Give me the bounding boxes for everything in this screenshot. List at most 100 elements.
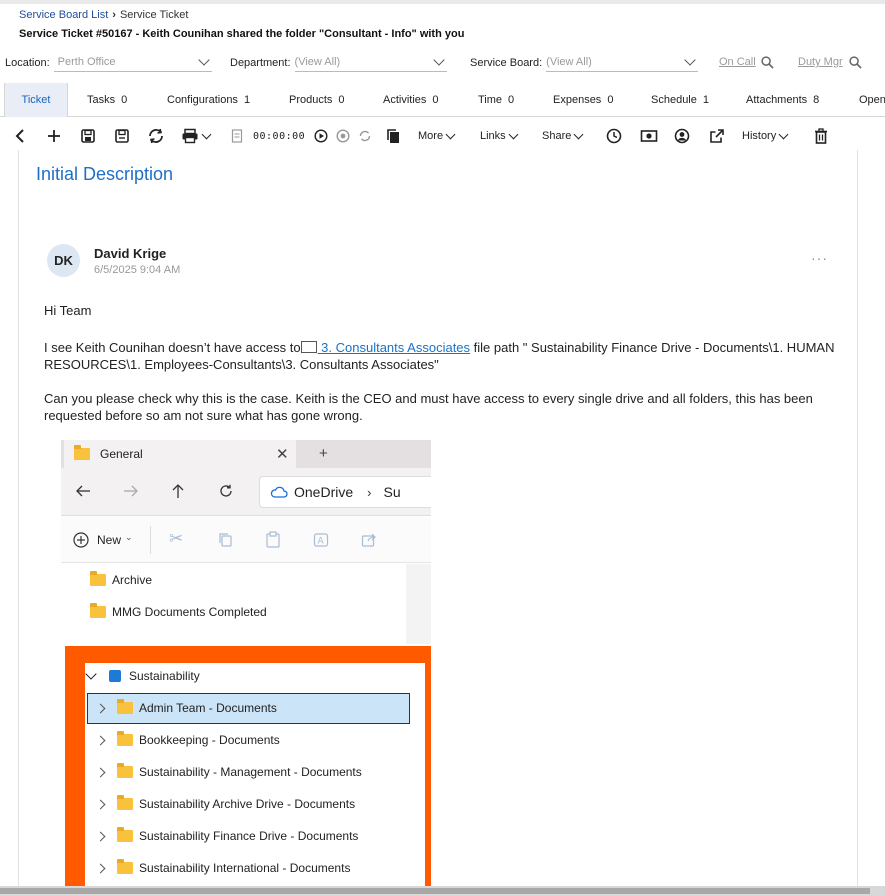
stop-icon (336, 129, 350, 143)
scrollbar-thumb[interactable] (0, 888, 870, 894)
explorer-tab-bar: General ✕ + (61, 440, 431, 468)
history-menu[interactable]: History (742, 126, 789, 146)
duty-mgr-link[interactable]: Duty Mgr (798, 56, 843, 68)
explorer-scrollbar (406, 564, 431, 644)
tab-label: Products (289, 94, 333, 106)
refresh-icon (220, 484, 232, 497)
note-paragraph-1: I see Keith Counihan doesn’t have access… (44, 339, 844, 373)
tree-item: Sustainability International - Documents (95, 852, 350, 884)
tab-ticket[interactable]: Ticket (4, 83, 68, 117)
share-menu[interactable]: Share (542, 126, 584, 146)
chevron-left-icon (15, 129, 24, 143)
timesheet-icon[interactable] (231, 129, 243, 143)
top-strip (0, 0, 885, 4)
note-author: David Krige (94, 246, 167, 261)
location-label: Location: (5, 56, 50, 69)
search-icon[interactable] (849, 56, 862, 69)
back-button[interactable] (13, 126, 27, 146)
tab-products[interactable]: Products 0 (289, 83, 345, 117)
tree-item-label: Sustainability - Management - Documents (139, 765, 362, 779)
external-link-icon (710, 129, 724, 143)
search-icon[interactable] (761, 56, 774, 69)
links-label: Links (480, 130, 506, 142)
delete-button[interactable] (814, 126, 828, 146)
tab-open[interactable]: Open (859, 83, 885, 117)
plus-circle-icon (73, 532, 89, 548)
folder-icon (117, 699, 133, 714)
save-button[interactable] (80, 126, 96, 146)
tab-activities[interactable]: Activities 0 (383, 83, 439, 117)
chevron-down-icon: ⌄ (125, 532, 133, 542)
copy-button[interactable] (385, 126, 401, 146)
add-button[interactable] (46, 126, 62, 146)
list-item: MMG Documents Completed (90, 596, 267, 628)
refresh-icon (149, 128, 163, 144)
tab-tasks[interactable]: Tasks 0 (87, 83, 127, 117)
share-icon (361, 533, 376, 547)
folder-icon (90, 571, 106, 586)
folder-icon (90, 603, 106, 618)
chevron-down-icon (197, 54, 210, 66)
copy-icon (387, 129, 399, 143)
explorer-file-list: Archive MMG Documents Completed (61, 564, 406, 644)
location-select[interactable]: Perth Office (53, 53, 212, 72)
timer-control: 00:00:00 (231, 126, 305, 146)
refresh-button[interactable] (147, 126, 165, 146)
tab-configurations[interactable]: Configurations 1 (167, 83, 250, 117)
save-close-icon (115, 129, 129, 143)
tab-schedule[interactable]: Schedule 1 (651, 83, 709, 117)
folder-icon (74, 445, 90, 460)
note-date: 6/5/2025 9:04 AM (94, 264, 181, 276)
save-and-close-button[interactable] (114, 126, 130, 146)
horizontal-scrollbar[interactable] (0, 886, 885, 896)
on-call-link[interactable]: On Call (719, 56, 756, 68)
tab-time[interactable]: Time 0 (478, 83, 514, 117)
breadcrumb-service-board-list[interactable]: Service Board List (19, 9, 108, 21)
ticket-tabs: Ticket Tasks 0 Configurations 1 Products 0 … (0, 83, 885, 117)
department-select[interactable]: (View All) (294, 53, 447, 72)
chevron-down-icon (201, 129, 212, 139)
contact-button[interactable] (674, 126, 690, 146)
chevron-right-icon (95, 703, 106, 713)
service-board-select[interactable]: (View All) (546, 53, 699, 72)
timer-start-button[interactable] (314, 126, 328, 146)
arrow-up-icon (172, 484, 184, 498)
tab-label: Configurations (167, 94, 238, 106)
tab-label: Schedule (651, 94, 697, 106)
arrow-right-icon (124, 485, 138, 497)
timer-reset-button[interactable] (358, 126, 372, 146)
reset-icon (359, 130, 371, 142)
note-more-options-icon[interactable]: ··· (811, 250, 828, 266)
location-value: Perth Office (57, 56, 116, 68)
chevron-right-icon (95, 831, 106, 841)
folder-icon (117, 859, 133, 874)
links-menu[interactable]: Links (480, 126, 519, 146)
chevron-down-icon (684, 54, 696, 66)
explorer-tab-title: General (100, 447, 143, 461)
expense-button[interactable] (640, 126, 658, 146)
explorer-nav-bar: OneDrive › Su (61, 468, 431, 516)
tab-expenses[interactable]: Expenses 0 (553, 83, 613, 117)
new-label: New (97, 533, 122, 547)
note-greeting: Hi Team (44, 303, 92, 318)
tab-label: Activities (383, 94, 427, 106)
chevron-right-icon (95, 863, 106, 873)
tab-label: Tasks (87, 94, 116, 106)
location-filter: Location: Perth Office (5, 53, 212, 72)
cloud-icon (270, 486, 288, 498)
open-external-button[interactable] (709, 126, 725, 146)
clock-button[interactable] (606, 126, 622, 146)
tree-root: Sustainability (85, 660, 200, 692)
consultants-associates-link[interactable]: 3. Consultants Associates (318, 340, 470, 355)
share-label: Share (542, 130, 572, 142)
tab-attachments[interactable]: Attachments 8 (746, 83, 819, 117)
breadcrumb-current: Service Ticket (119, 9, 189, 21)
plus-icon: + (319, 445, 328, 462)
department-value: (View All) (294, 56, 341, 68)
chevron-down-icon (778, 129, 789, 139)
print-button[interactable] (181, 126, 212, 146)
more-menu[interactable]: More (418, 126, 456, 146)
timer-stop-button[interactable] (336, 126, 350, 146)
chevron-down-icon (432, 54, 445, 66)
copy-icon (219, 533, 232, 547)
